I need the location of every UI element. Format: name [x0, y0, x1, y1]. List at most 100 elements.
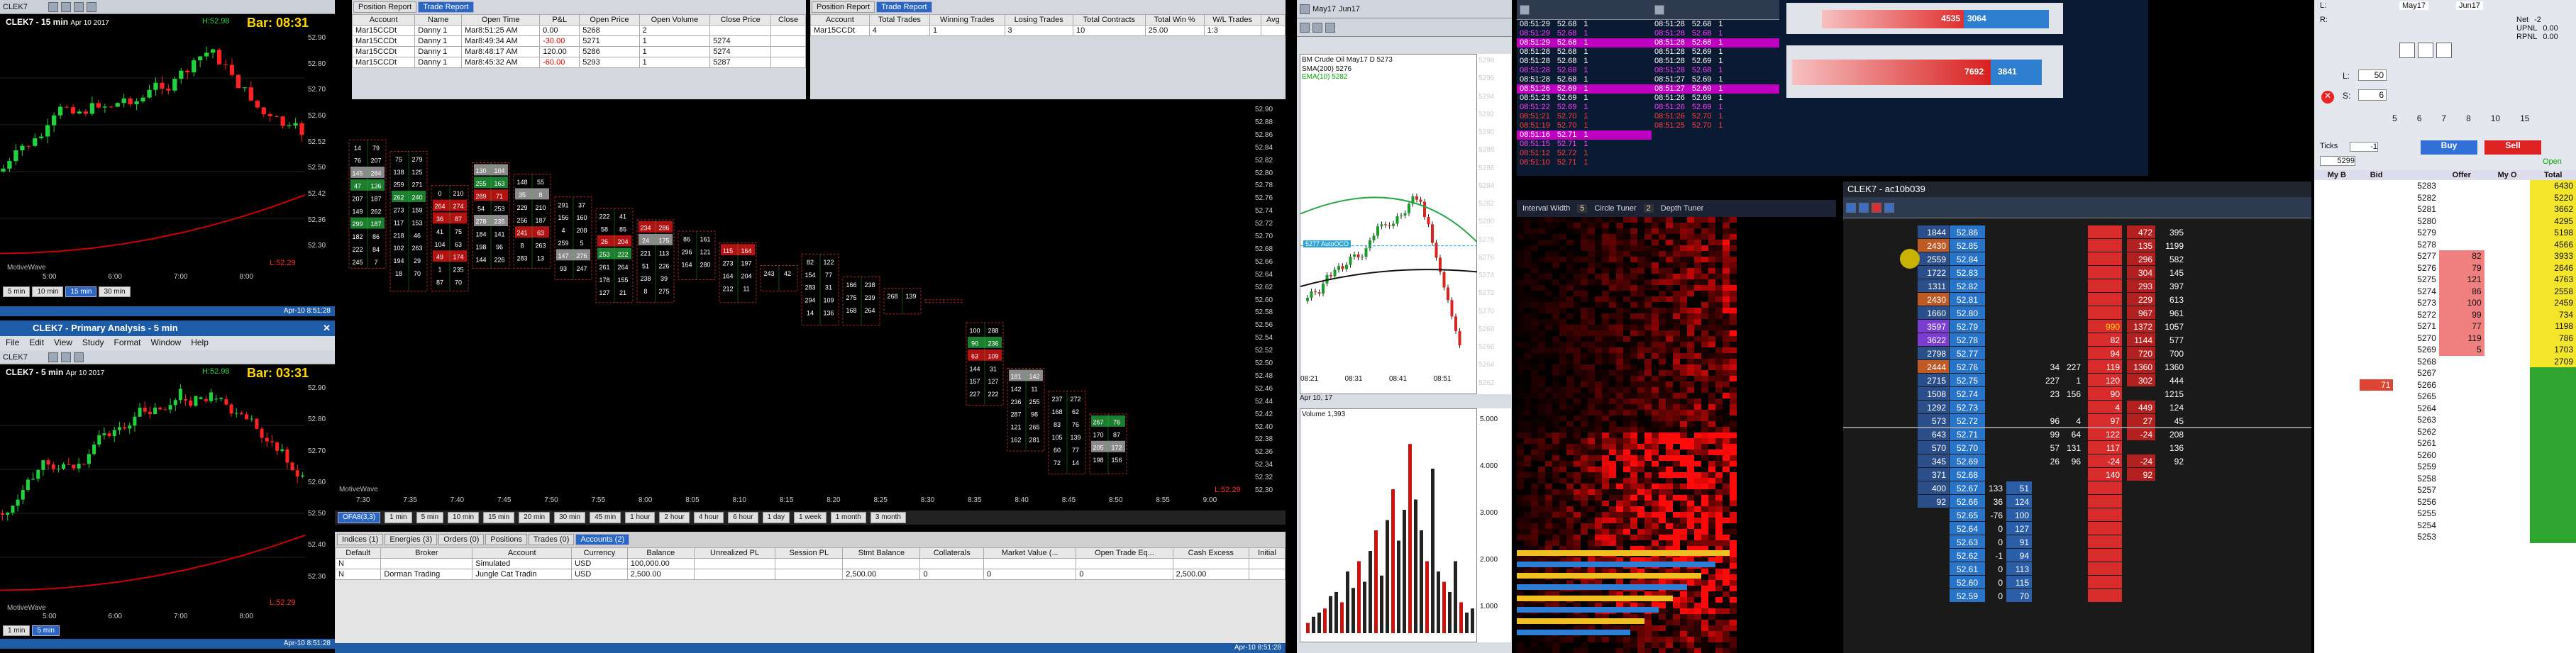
period-button[interactable]: 10 min [32, 286, 64, 297]
period-button[interactable]: 30 min [554, 512, 586, 523]
ladder-cell[interactable]: 5276 [2393, 262, 2438, 274]
column-header[interactable]: Close [770, 14, 806, 26]
ladder-cell[interactable] [2314, 367, 2360, 379]
ladder-cell[interactable] [2314, 450, 2360, 462]
ladder-cell[interactable] [2314, 520, 2360, 532]
ladder-cell[interactable] [2314, 297, 2360, 309]
ladder-cell[interactable]: 5255 [2393, 508, 2438, 520]
ladder-cell[interactable] [2439, 450, 2484, 462]
ladder-cell[interactable] [2439, 461, 2484, 473]
ladder-row[interactable]: 5283 6430 [2314, 180, 2576, 192]
text-icon[interactable] [2399, 43, 2415, 58]
chart-top-plot[interactable] [0, 31, 305, 265]
settings-icon[interactable] [1654, 4, 1664, 15]
dom-ladder[interactable]: 52.861844 472 39552.852430 135 119952.842559… [1843, 218, 2311, 653]
ladder-row[interactable]: 5278 4566 [2314, 238, 2576, 251]
sell-button[interactable]: Sell [2484, 140, 2541, 155]
ladder-cell[interactable] [2439, 239, 2484, 251]
column-header[interactable]: Session PL [775, 547, 844, 559]
ladder-cell[interactable] [2360, 250, 2394, 262]
ladder-cell[interactable]: 5282 [2393, 192, 2438, 204]
ladder-cell[interactable] [2530, 472, 2576, 484]
ladder-cell[interactable] [2360, 391, 2394, 403]
ladder-cell[interactable] [2484, 461, 2531, 473]
period-button[interactable]: 1 week [794, 512, 827, 523]
ladder-cell[interactable]: 5254 [2393, 520, 2438, 532]
ladder-cell[interactable] [2360, 484, 2394, 496]
ladder-cell[interactable]: 5260 [2393, 450, 2438, 462]
ladder-cell[interactable] [2360, 227, 2394, 239]
ladder-cell[interactable] [2314, 473, 2360, 485]
zoom-icon[interactable] [1325, 22, 1335, 33]
ladder-cell[interactable]: 5268 [2393, 356, 2438, 368]
table-row[interactable]: Mar15CCDt Danny 1 Mar8:45:32 AM -60.00 5293 1… [352, 57, 806, 68]
period-button[interactable]: 1 min [385, 512, 412, 523]
ladder-cell[interactable] [2360, 508, 2394, 520]
ladder-row[interactable]: 5257 [2314, 484, 2576, 496]
zoom-icon[interactable] [61, 1, 71, 12]
ladder-cell[interactable]: 99 [2438, 308, 2484, 320]
table-row[interactable]: Mar15CCDt Danny 1 Mar8:49:34 AM -30.00 5271 1… [352, 35, 806, 47]
period-button[interactable]: 1 day [762, 512, 790, 523]
ladder-cell[interactable]: 121 [2438, 274, 2484, 286]
interval-value[interactable]: 5 [1577, 204, 1588, 213]
ladder-cell[interactable] [2314, 309, 2360, 321]
draw-icon[interactable] [48, 1, 58, 12]
period-button[interactable]: 15 min [65, 286, 97, 297]
ladder-row[interactable]: 5274 86 2558 [2314, 285, 2576, 298]
ladder-cell[interactable] [2484, 333, 2531, 345]
period-button[interactable]: 2 hour [659, 512, 690, 523]
table-row[interactable]: N Dorman Trading Jungle Cat Tradin USD 2,500… [335, 569, 1286, 580]
ladder-cell[interactable] [2484, 250, 2531, 262]
ladder-cell[interactable] [2314, 403, 2360, 415]
column-header[interactable]: Open Time [461, 14, 541, 26]
ladder-cell[interactable]: 4295 [2530, 215, 2576, 227]
ladder-cell[interactable] [2439, 216, 2484, 228]
ladder-row[interactable]: 5269 5 1703 [2314, 344, 2576, 356]
quantity-preset[interactable]: 6 [2417, 113, 2422, 123]
column-header[interactable]: Cash Excess [1172, 547, 1249, 559]
ladder-cell[interactable]: 5265 [2393, 391, 2438, 403]
ladder-cell[interactable]: 2646 [2530, 262, 2576, 274]
ladder-row[interactable]: 5281 3662 [2314, 203, 2576, 216]
ladder-cell[interactable] [2360, 426, 2394, 438]
ladder-cell[interactable]: 1198 [2530, 320, 2576, 333]
ladder-cell[interactable] [2360, 461, 2394, 473]
ladder-cell[interactable] [2360, 437, 2394, 450]
period-button[interactable]: 5 min [416, 512, 444, 523]
ladder-row[interactable]: 5277 82 3933 [2314, 250, 2576, 262]
ladder-cell[interactable]: 5261 [2393, 437, 2438, 450]
period-button[interactable]: 3 month [870, 512, 906, 523]
menu-item-view[interactable]: View [54, 337, 72, 349]
ladder-cell[interactable] [2484, 531, 2531, 543]
ladder-row[interactable]: 5282 5220 [2314, 191, 2576, 204]
ladder-cell[interactable] [2360, 192, 2394, 204]
column-header[interactable]: Open Trade Eq... [1076, 547, 1173, 559]
ladder-cell[interactable]: 5259 [2393, 461, 2438, 473]
ladder-row[interactable]: 5259 [2314, 461, 2576, 473]
ticks-input[interactable]: -1 [2350, 142, 2378, 152]
period-button[interactable]: 5 min [32, 625, 60, 636]
ladder-cell[interactable] [2360, 520, 2394, 532]
quantity-preset[interactable]: 7 [2441, 113, 2446, 123]
table-row[interactable]: Mar15CCDt Danny 1 Mar8:51:25 AM 0.00 5268 2 [352, 25, 806, 36]
quantity-preset[interactable]: 10 [2491, 113, 2500, 123]
ladder-cell[interactable] [2484, 450, 2531, 462]
ladder-cell[interactable] [2314, 216, 2360, 228]
ladder-cell[interactable]: 5274 [2393, 286, 2438, 298]
s-input[interactable]: 6 [2358, 89, 2387, 101]
settings-icon[interactable] [74, 1, 84, 12]
column-header[interactable]: Name [414, 14, 463, 26]
period-button[interactable]: 15 min [483, 512, 515, 523]
ladder-cell[interactable] [2360, 180, 2394, 192]
ladder-cell[interactable] [2530, 519, 2576, 531]
ladder-cell[interactable] [2439, 180, 2484, 192]
ladder-cell[interactable] [2360, 414, 2394, 426]
ladder-cell[interactable] [2439, 520, 2484, 532]
ladder-cell[interactable] [2530, 449, 2576, 461]
ladder-cell[interactable] [2314, 484, 2360, 496]
chart-primary-symbol[interactable]: CLEK7 [3, 353, 45, 362]
ladder-cell[interactable] [2484, 286, 2531, 298]
column-header[interactable]: Total Win % [1144, 14, 1205, 26]
ladder-cell[interactable]: 6430 [2530, 180, 2576, 192]
